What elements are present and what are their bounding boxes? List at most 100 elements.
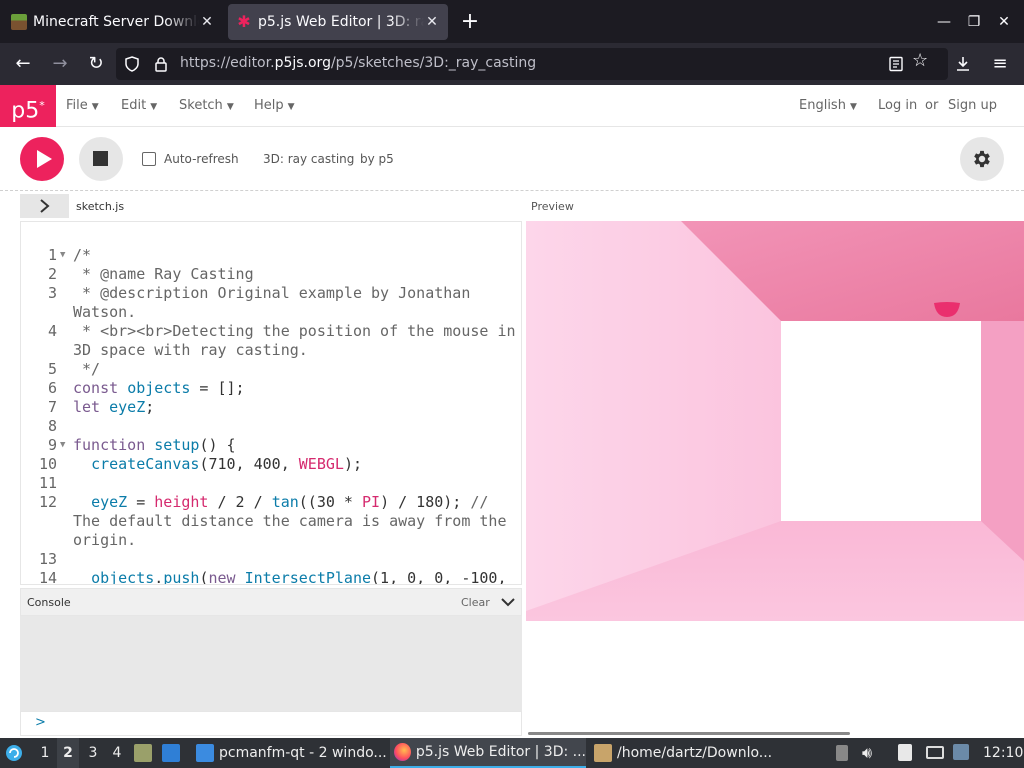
- tab-title: Minecraft Server Download: [33, 14, 199, 30]
- tab-p5-editor[interactable]: ✱ p5.js Web Editor | 3D: ray casting ✕: [228, 4, 448, 40]
- line-number: 11: [38, 474, 57, 492]
- code-line[interactable]: 8​: [21, 417, 521, 436]
- login-link[interactable]: Log in: [878, 98, 917, 113]
- fold-gutter: [57, 379, 73, 398]
- back-icon[interactable]: ←: [10, 51, 36, 77]
- code-line[interactable]: 7 let eyeZ;: [21, 398, 521, 417]
- code-text: */: [73, 360, 101, 378]
- close-tab-icon[interactable]: ✕: [199, 14, 215, 30]
- fold-gutter: [57, 360, 73, 379]
- auto-refresh-checkbox[interactable]: [142, 152, 156, 166]
- close-tab-icon[interactable]: ✕: [424, 14, 440, 30]
- minimize-icon[interactable]: —: [932, 10, 956, 34]
- code-text: createCanvas(710, 400, WEBGL);: [91, 455, 362, 473]
- show-desktop-icon[interactable]: [162, 738, 184, 768]
- new-tab-icon[interactable]: +: [458, 8, 482, 36]
- code-line[interactable]: 9 ▼ function setup() {: [21, 436, 521, 455]
- taskbar-window-pcmanfm[interactable]: pcmanfm-qt - 2 windo...: [192, 738, 387, 768]
- network-icon[interactable]: [926, 738, 948, 768]
- line-number: 5: [47, 360, 57, 378]
- code-text: * @description Original example by Jonat…: [73, 284, 480, 321]
- line-number: 10: [38, 455, 57, 473]
- code-text: * @name Ray Casting: [73, 265, 254, 283]
- downloads-icon[interactable]: [955, 56, 971, 72]
- stop-button[interactable]: [79, 137, 123, 181]
- update-notifier-icon[interactable]: [953, 738, 975, 768]
- taskbar-window-firefox[interactable]: p5.js Web Editor | 3D: ...: [390, 738, 586, 768]
- minecraft-favicon-icon: [11, 14, 27, 30]
- shield-icon[interactable]: [124, 56, 140, 72]
- sketch-preview-canvas[interactable]: [526, 221, 1024, 621]
- back-wall: [781, 321, 981, 521]
- lock-icon[interactable]: [154, 56, 168, 72]
- code-text: const objects = [];: [73, 379, 245, 397]
- bookmark-star-icon[interactable]: ☆: [912, 50, 928, 71]
- code-text: * <br><br>Detecting the position of the …: [73, 322, 516, 359]
- console-header: Console Clear: [20, 588, 522, 616]
- workspace-2[interactable]: 2: [57, 738, 79, 768]
- archive-manager-icon[interactable]: [134, 738, 156, 768]
- language-selector[interactable]: English ▼: [799, 98, 857, 113]
- menu-file[interactable]: File ▼: [66, 98, 99, 113]
- fold-gutter: [57, 417, 73, 436]
- tray-scroll-icon[interactable]: [836, 738, 852, 768]
- chevron-down-icon: ▼: [226, 102, 234, 112]
- signup-link[interactable]: Sign up: [948, 98, 997, 113]
- workspace-3[interactable]: 3: [82, 738, 104, 768]
- file-tab-sketch[interactable]: sketch.js: [76, 200, 124, 213]
- forward-icon[interactable]: →: [47, 51, 73, 77]
- code-text: eyeZ = height / 2 / tan((30 * PI) / 180)…: [73, 493, 516, 549]
- workspace-1[interactable]: 1: [34, 738, 56, 768]
- menu-sketch[interactable]: Sketch ▼: [179, 98, 234, 113]
- p5-editor-header: p5* File ▼ Edit ▼ Sketch ▼ Help ▼ English ▼ L…: [0, 85, 1024, 127]
- clock[interactable]: 12:10: [983, 738, 1023, 768]
- play-button[interactable]: [20, 137, 64, 181]
- fold-arrow-icon[interactable]: ▼: [57, 436, 73, 455]
- restore-icon[interactable]: ❐: [962, 10, 986, 34]
- code-line[interactable]: 2 * @name Ray Casting: [21, 265, 521, 284]
- code-line[interactable]: 14 objects.push(new IntersectPlane(1, 0,…: [21, 569, 521, 584]
- clipboard-icon[interactable]: [898, 738, 920, 768]
- code-line[interactable]: 3 * @description Original example by Jon…: [21, 284, 521, 322]
- code-editor[interactable]: 1 ▼/* 2 * @name Ray Casting 3 * @descriptio…: [20, 221, 522, 585]
- code-line[interactable]: 11 ​: [21, 474, 521, 493]
- url-bar[interactable]: https://editor.p5js.org/p5/sketches/3D:_…: [116, 48, 948, 80]
- hamburger-menu-icon[interactable]: ≡: [987, 51, 1013, 77]
- taskbar-window-file-manager[interactable]: /home/dartz/Downlo...: [590, 738, 790, 768]
- settings-button[interactable]: [960, 137, 1004, 181]
- sidebar-toggle-button[interactable]: [20, 194, 69, 218]
- fold-gutter: [57, 398, 73, 417]
- reader-view-icon[interactable]: [888, 56, 904, 72]
- menu-help[interactable]: Help ▼: [254, 98, 295, 113]
- volume-icon[interactable]: 🔊︎: [862, 738, 884, 768]
- start-menu-icon[interactable]: [4, 738, 28, 768]
- p5-favicon-icon: ✱: [237, 12, 251, 31]
- code-line[interactable]: 12 eyeZ = height / 2 / tan((30 * PI) / 1…: [21, 493, 521, 550]
- line-number: 8: [47, 417, 57, 435]
- code-line[interactable]: 6 const objects = [];: [21, 379, 521, 398]
- console-output: [20, 616, 522, 711]
- tab-minecraft[interactable]: Minecraft Server Download ✕: [3, 4, 223, 40]
- code-lines[interactable]: 1 ▼/* 2 * @name Ray Casting 3 * @descriptio…: [21, 246, 521, 584]
- line-number: 2: [47, 265, 57, 283]
- firefox-icon: [394, 743, 411, 761]
- code-line[interactable]: 1 ▼/*: [21, 246, 521, 265]
- fold-arrow-icon[interactable]: ▼: [57, 246, 73, 265]
- code-line[interactable]: 4 * <br><br>Detecting the position of th…: [21, 322, 521, 360]
- menu-edit[interactable]: Edit ▼: [121, 98, 157, 113]
- code-line[interactable]: 10 createCanvas(710, 400, WEBGL);: [21, 455, 521, 474]
- close-window-icon[interactable]: ✕: [992, 10, 1016, 34]
- reload-icon[interactable]: ↻: [83, 51, 109, 77]
- console-input[interactable]: >: [20, 711, 522, 736]
- code-line[interactable]: 5 */: [21, 360, 521, 379]
- fold-gutter: [57, 474, 73, 493]
- code-line[interactable]: 13 ​: [21, 550, 521, 569]
- preview-scrollbar[interactable]: [528, 732, 850, 735]
- sketch-name[interactable]: 3D: ray casting: [263, 152, 354, 166]
- console-clear-button[interactable]: Clear: [461, 596, 490, 609]
- workspace-4[interactable]: 4: [106, 738, 128, 768]
- chevron-down-icon[interactable]: [501, 597, 515, 607]
- p5-logo[interactable]: p5*: [0, 85, 56, 127]
- line-number: 6: [47, 379, 57, 397]
- line-number: 3: [47, 284, 57, 302]
